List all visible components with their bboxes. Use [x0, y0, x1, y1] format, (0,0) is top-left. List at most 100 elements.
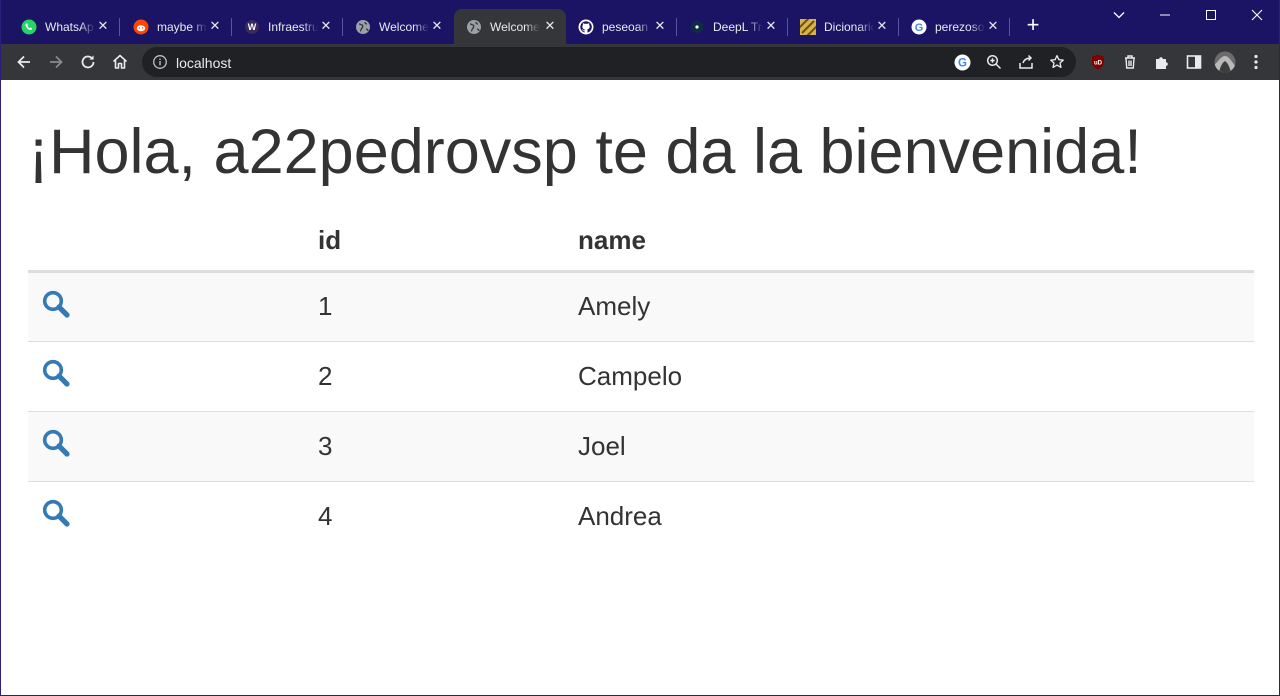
close-icon[interactable]: ✕	[985, 18, 1001, 34]
avatar	[1214, 51, 1236, 73]
extension-button[interactable]	[1118, 50, 1142, 74]
close-icon[interactable]: ✕	[542, 18, 558, 34]
dicionario-icon	[800, 18, 816, 35]
table-cell-id: 3	[318, 410, 578, 481]
table-cell-id: 1	[318, 271, 578, 341]
minimize-button[interactable]	[1142, 0, 1188, 30]
table-cell-name: Andrea	[578, 480, 1254, 551]
table-cell-name: Joel	[578, 410, 1254, 481]
tab-deepl[interactable]: DeepL Tr ✕	[677, 9, 788, 44]
search-icon[interactable]	[41, 358, 71, 388]
tab-title: DeepL Tr	[713, 19, 762, 34]
close-icon[interactable]: ✕	[207, 18, 223, 34]
table-row: 3 Joel	[28, 410, 1254, 481]
tab-infraestructura[interactable]: W Infraestructura ✕	[232, 9, 343, 44]
tab-welcome-active[interactable]: Welcome ✕	[454, 9, 566, 44]
zoom-icon[interactable]	[985, 53, 1003, 71]
ublock-extension-button[interactable]: uD	[1086, 50, 1110, 74]
tab-title: WhatsApp	[45, 19, 95, 34]
svg-text:G: G	[915, 21, 924, 33]
tab-dicionario[interactable]: Dicionario ✕	[788, 9, 899, 44]
page-content: ¡Hola, a22pedrovsp te da la bienvenida! …	[0, 80, 1280, 696]
table-row: 2 Campelo	[28, 340, 1254, 411]
minimize-icon	[1160, 14, 1170, 16]
close-icon	[1251, 9, 1263, 21]
back-button[interactable]	[12, 50, 36, 74]
profile-button[interactable]	[1213, 50, 1237, 74]
arrow-right-icon	[50, 55, 63, 69]
table-cell-id: 2	[318, 340, 578, 411]
table-header-row: id name	[28, 211, 1254, 273]
tab-title: Welcome	[379, 19, 429, 34]
search-icon[interactable]	[41, 289, 71, 319]
close-icon[interactable]: ✕	[318, 18, 334, 34]
info-icon[interactable]	[152, 54, 168, 70]
tab-google[interactable]: G perezoso ✕	[899, 9, 1010, 44]
chevron-down-icon	[1113, 12, 1125, 19]
tab-search-button[interactable]	[1096, 0, 1142, 30]
menu-button[interactable]	[1244, 50, 1268, 74]
tab-title: maybe mark	[157, 19, 207, 34]
whatsapp-icon	[21, 19, 37, 35]
tab-reddit[interactable]: maybe mark ✕	[121, 9, 232, 44]
tab-title: perezoso	[935, 19, 985, 34]
close-icon[interactable]: ✕	[763, 18, 779, 34]
tab-github[interactable]: peseoan ✕	[566, 9, 677, 44]
users-table: id name 1 Amely 2 Campelo 3 Joel 4 Andre…	[28, 211, 1254, 551]
tab-strip: WhatsApp ✕ maybe mark ✕ W Infraestructur…	[0, 0, 1280, 44]
trash-icon	[1125, 55, 1135, 69]
table-cell-id: 4	[318, 480, 578, 551]
share-icon[interactable]	[1017, 53, 1035, 71]
deepl-icon	[689, 19, 705, 35]
home-button[interactable]	[108, 50, 132, 74]
search-icon[interactable]	[41, 428, 71, 458]
column-header-id: id	[318, 211, 578, 273]
tab-separator	[119, 18, 120, 36]
close-icon[interactable]: ✕	[95, 18, 111, 34]
maximize-button[interactable]	[1188, 0, 1234, 30]
ublock-icon: uD	[1092, 54, 1104, 70]
close-icon[interactable]: ✕	[874, 18, 890, 34]
google-icon: G	[911, 19, 927, 35]
extensions-button[interactable]	[1150, 50, 1174, 74]
page-title: ¡Hola, a22pedrovsp te da la bienvenida!	[28, 117, 1142, 187]
tab-title: peseoan	[602, 19, 649, 34]
svg-text:G: G	[958, 57, 967, 69]
tab-title: Welcome	[490, 19, 540, 34]
google-translate-icon[interactable]: G	[953, 53, 971, 71]
kebab-menu-icon	[1254, 54, 1258, 70]
table-cell-action	[28, 271, 318, 341]
column-header-name: name	[578, 211, 1254, 273]
close-icon[interactable]: ✕	[429, 18, 445, 34]
table-cell-name: Amely	[578, 271, 1254, 341]
reload-button[interactable]	[76, 50, 100, 74]
table-cell-action	[28, 410, 318, 481]
tab-whatsapp[interactable]: WhatsApp ✕	[9, 9, 120, 44]
table-row: 1 Amely	[28, 271, 1254, 341]
table-cell-action	[28, 480, 318, 551]
github-icon	[578, 19, 594, 35]
close-window-button[interactable]	[1234, 0, 1280, 30]
home-icon	[112, 54, 128, 69]
w-logo-icon: W	[244, 19, 260, 35]
tab-welcome-1[interactable]: Welcome ✕	[343, 9, 453, 44]
table-cell-name: Campelo	[578, 340, 1254, 411]
browser-toolbar: localhost G uD	[0, 44, 1280, 80]
globe-icon	[466, 19, 482, 35]
puzzle-icon	[1156, 57, 1168, 69]
forward-button[interactable]	[44, 50, 68, 74]
address-bar[interactable]: localhost G	[142, 47, 1076, 77]
search-icon[interactable]	[41, 498, 71, 528]
tab-separator	[1009, 18, 1010, 36]
side-panel-icon	[1186, 55, 1202, 69]
reddit-icon	[133, 19, 149, 35]
arrow-left-icon	[17, 55, 30, 69]
reload-icon	[81, 55, 95, 69]
url-text: localhost	[176, 55, 232, 71]
close-icon[interactable]: ✕	[652, 18, 668, 34]
svg-text:W: W	[248, 22, 257, 32]
side-panel-button[interactable]	[1182, 50, 1206, 74]
svg-text:uD: uD	[1094, 60, 1103, 66]
bookmark-star-icon[interactable]	[1048, 53, 1066, 71]
new-tab-button[interactable]: +	[1022, 14, 1044, 37]
